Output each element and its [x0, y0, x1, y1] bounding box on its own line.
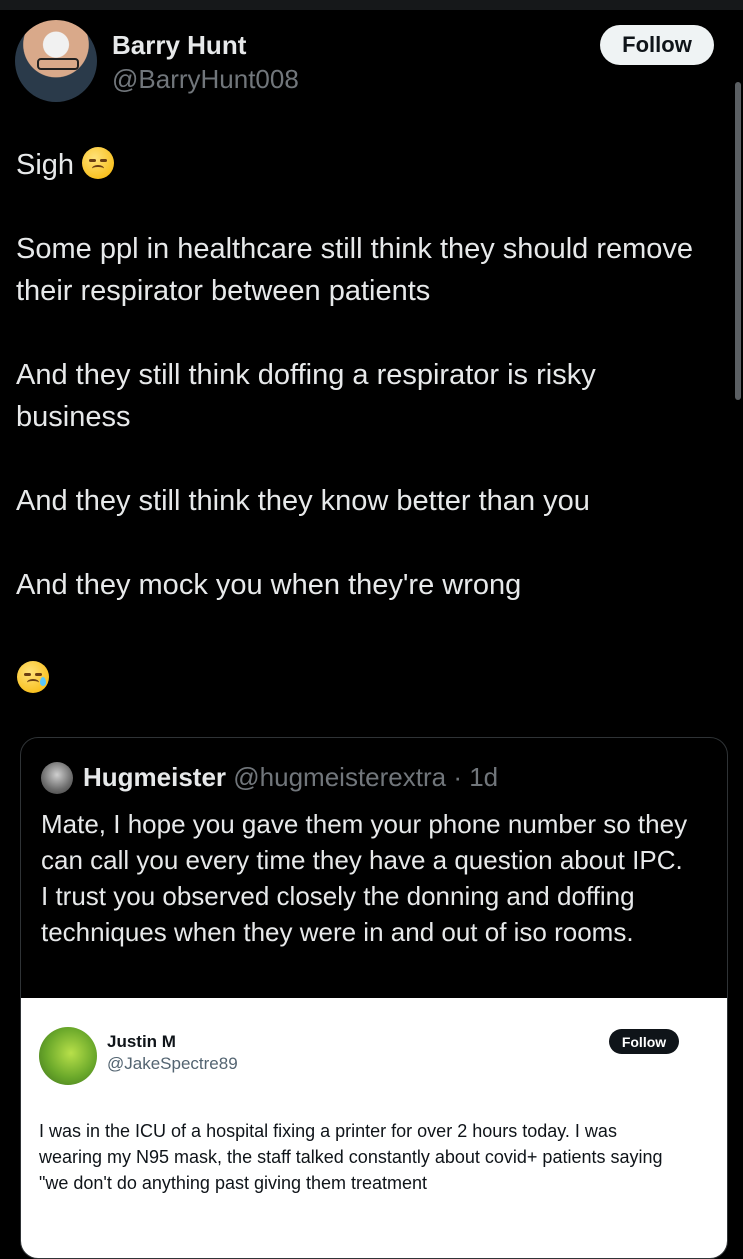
scrollbar[interactable] — [735, 82, 741, 400]
tweet-text: Sigh Some ppl in healthcare still think … — [16, 144, 716, 606]
author-display-name[interactable]: Barry Hunt — [112, 30, 246, 61]
embedded-author-name: Justin M — [107, 1032, 176, 1051]
quoted-tweet-header: Hugmeister @hugmeisterextra · 1d — [83, 762, 498, 793]
author-avatar[interactable] — [15, 20, 97, 102]
top-status-strip — [0, 0, 743, 10]
tweet-paragraph-2: Some ppl in healthcare still think they … — [16, 233, 694, 307]
embedded-author-handle: @JakeSpectre89 — [107, 1054, 238, 1073]
tweet-paragraph-4: And they still think they know better th… — [16, 485, 590, 517]
crying-face-emoji — [17, 661, 49, 693]
quoted-author-name[interactable]: Hugmeister — [83, 762, 226, 792]
embedded-follow-button: Follow — [609, 1029, 679, 1054]
quoted-tweet-line-2: I trust you observed closely the donning… — [41, 881, 635, 947]
quoted-tweet-text: Mate, I hope you gave them your phone nu… — [41, 806, 711, 950]
follow-button[interactable]: Follow — [600, 25, 714, 65]
tweet-paragraph-5: And they mock you when they're wrong — [16, 569, 522, 601]
tweet-line-1: Sigh — [16, 144, 716, 186]
tweet-paragraph-3: And they still think doffing a respirato… — [16, 359, 596, 433]
quoted-tweet-card[interactable]: Hugmeister @hugmeisterextra · 1d Mate, I… — [20, 737, 728, 1259]
embedded-author-avatar — [39, 1027, 97, 1085]
embedded-tweet-text: I was in the ICU of a hospital fixing a … — [39, 1121, 663, 1193]
quoted-author-avatar[interactable] — [41, 762, 73, 794]
quoted-tweet-line-1: Mate, I hope you gave them your phone nu… — [41, 809, 688, 875]
quoted-author-meta: @hugmeisterextra · 1d — [233, 762, 499, 792]
embedded-screenshot[interactable]: Justin M @JakeSpectre89 Follow I was in … — [21, 998, 727, 1258]
pensive-face-emoji — [82, 147, 115, 179]
author-handle[interactable]: @BarryHunt008 — [112, 64, 299, 95]
